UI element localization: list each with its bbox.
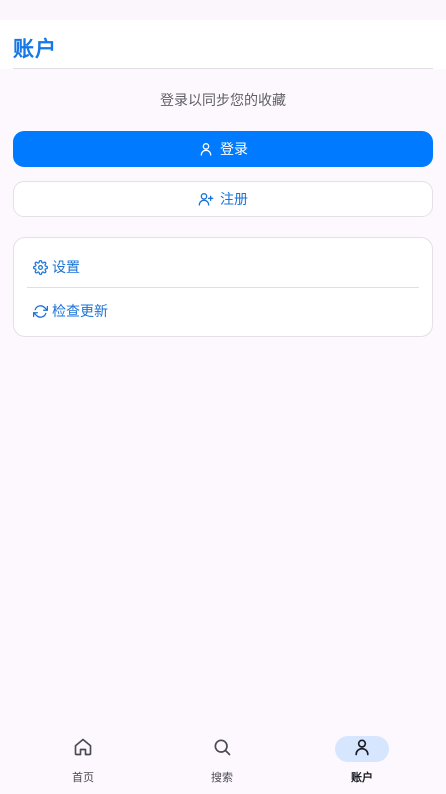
login-button-label: 登录 <box>220 142 248 158</box>
gear-icon <box>33 259 48 275</box>
login-button[interactable]: 登录 <box>13 131 433 167</box>
nav-search-icon-wrap <box>195 736 249 762</box>
check-update-label: 检查更新 <box>52 304 108 320</box>
user-icon <box>352 737 372 761</box>
settings-label: 设置 <box>52 260 80 276</box>
nav-home-label: 首页 <box>72 771 94 784</box>
settings-card: 设置 检查更新 <box>13 237 433 337</box>
app-header: 账户 <box>0 20 446 69</box>
nav-account-label: 账户 <box>351 771 373 784</box>
status-bar <box>0 0 446 20</box>
header-divider <box>13 68 433 69</box>
refresh-icon <box>33 304 48 319</box>
nav-home-icon-wrap <box>56 736 110 762</box>
search-icon <box>212 737 232 761</box>
register-button[interactable]: 注册 <box>13 181 433 217</box>
bottom-nav: 首页 搜索 账户 <box>0 732 446 794</box>
register-button-label: 注册 <box>220 192 248 208</box>
nav-item-search[interactable]: 搜索 <box>148 732 296 794</box>
home-icon <box>73 737 93 761</box>
nav-account-icon-wrap <box>335 736 389 762</box>
nav-item-home[interactable]: 首页 <box>9 732 157 794</box>
nav-search-label: 搜索 <box>211 771 233 784</box>
sync-hint-text: 登录以同步您的收藏 <box>160 93 286 109</box>
nav-item-account[interactable]: 账户 <box>288 732 436 794</box>
card-divider <box>27 287 419 288</box>
settings-item[interactable]: 设置 <box>33 257 80 277</box>
user-plus-icon <box>198 191 214 207</box>
user-icon <box>198 141 214 157</box>
check-update-item[interactable]: 检查更新 <box>33 301 108 321</box>
page-title: 账户 <box>13 37 57 61</box>
